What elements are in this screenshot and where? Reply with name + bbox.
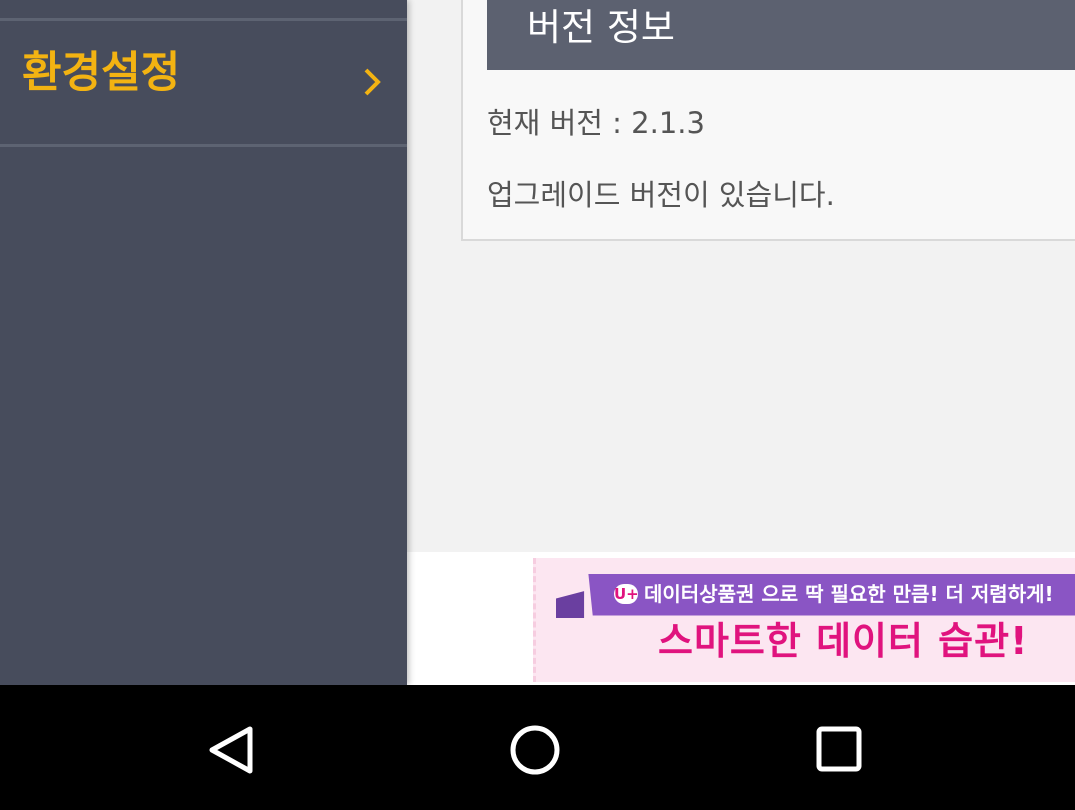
recent-apps-icon[interactable] — [804, 715, 874, 785]
ad-banner[interactable]: U+ 데이터상품권 으로 딱 필요한 만큼! 더 저렴하게! 스마트한 데이터 … — [533, 558, 1075, 682]
version-title: 버전 정보 — [527, 6, 675, 49]
ad-headline: 스마트한 데이터 습관! — [658, 619, 1029, 663]
home-icon[interactable] — [500, 715, 570, 785]
ad-ribbon-text: 데이터상품권 으로 딱 필요한 만큼! 더 저렴하게! — [644, 582, 1054, 606]
back-icon[interactable] — [198, 715, 268, 785]
ad-area: U+ 데이터상품권 으로 딱 필요한 만큼! 더 저렴하게! 스마트한 데이터 … — [407, 552, 1075, 685]
version-header: 버전 정보 — [487, 0, 1075, 70]
current-version-text: 현재 버전 : 2.1.3 — [487, 106, 705, 140]
uplus-logo: U+ — [614, 584, 639, 604]
navigation-drawer: 환경설정 — [0, 0, 407, 685]
app-screen: 환경설정 버전 정보 현재 버전 : 2.1.3 업그레이드 버전이 있습니다.… — [0, 0, 1075, 685]
drawer-item-label: 환경설정 — [22, 48, 181, 98]
chevron-right-icon — [364, 68, 381, 96]
drawer-item-settings[interactable]: 환경설정 — [0, 21, 407, 144]
system-navigation-bar — [0, 685, 1075, 810]
drawer-divider — [0, 144, 407, 147]
upgrade-notice-text[interactable]: 업그레이드 버전이 있습니다. — [487, 172, 835, 214]
main-content: 버전 정보 현재 버전 : 2.1.3 업그레이드 버전이 있습니다. U+ 데… — [407, 0, 1075, 685]
